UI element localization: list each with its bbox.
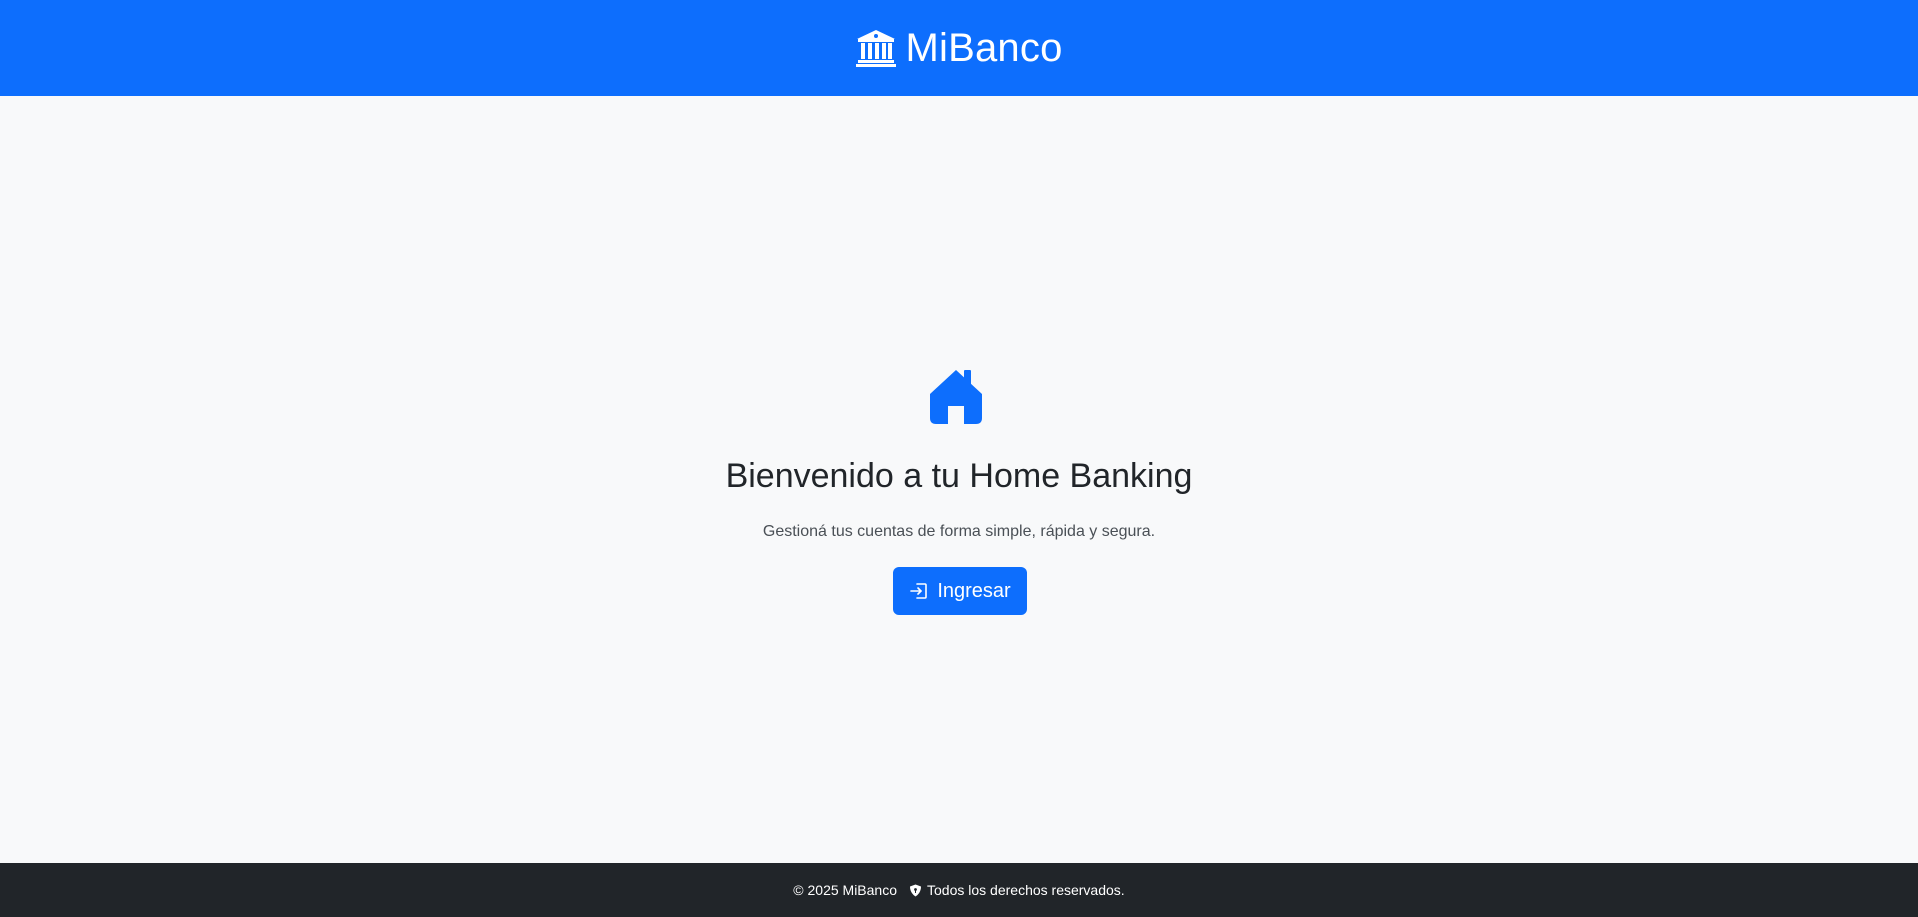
top-navbar: MiBanco — [0, 0, 1918, 96]
login-icon — [909, 581, 929, 601]
brand-link[interactable]: MiBanco — [855, 27, 1062, 69]
hero-title: Bienvenido a tu Home Banking — [725, 457, 1193, 495]
page: MiBanco Bienvenido a tu Home Banking Ges… — [0, 0, 1918, 917]
footer: © 2025 MiBanco Todos los derechos reserv… — [0, 863, 1918, 917]
shield-icon — [909, 884, 922, 897]
login-button-label: Ingresar — [937, 579, 1011, 602]
brand-name: MiBanco — [905, 26, 1063, 70]
login-button[interactable]: Ingresar — [893, 567, 1027, 615]
footer-rights-text: Todos los derechos reservados. — [927, 882, 1125, 898]
house-icon — [926, 366, 986, 426]
footer-rights: Todos los derechos reservados. — [909, 882, 1125, 898]
hero-subtitle: Gestioná tus cuentas de forma simple, rá… — [762, 523, 1156, 540]
footer-copyright: © 2025 MiBanco — [793, 882, 898, 898]
hero-section: Bienvenido a tu Home Banking Gestioná tu… — [0, 96, 1918, 863]
bank-icon — [855, 27, 897, 69]
